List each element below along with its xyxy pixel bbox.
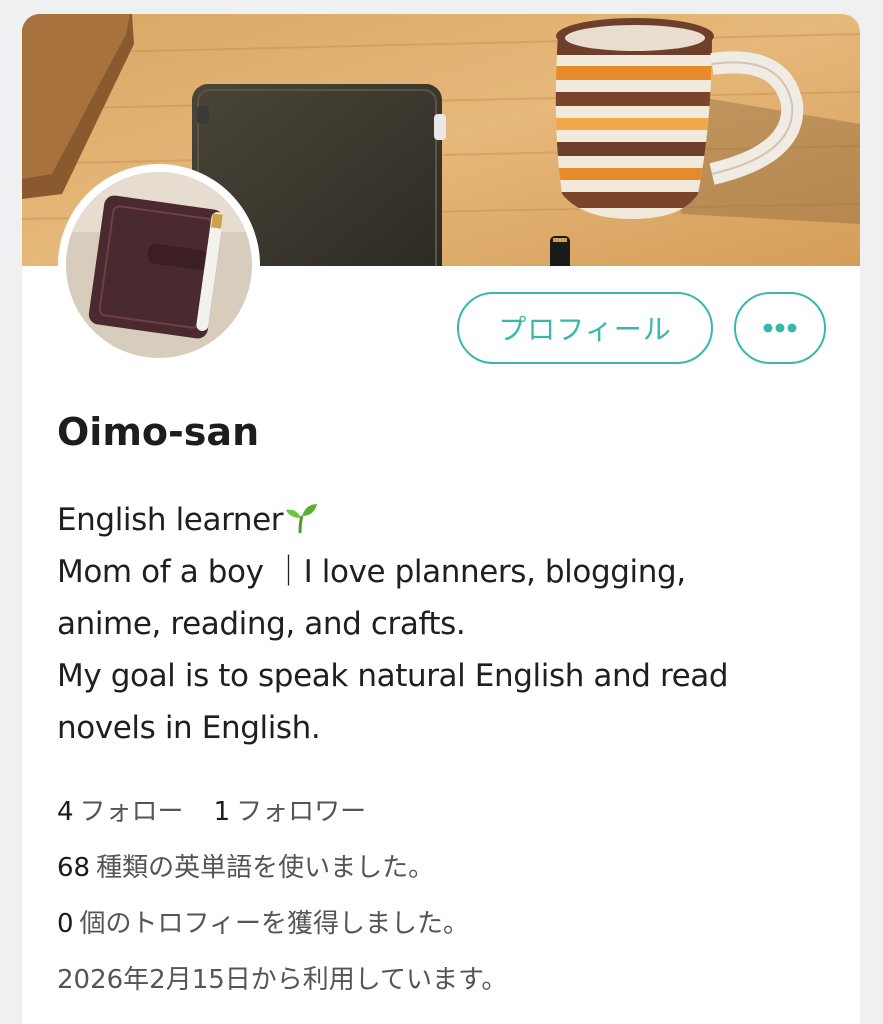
profile-button-label: プロフィール xyxy=(498,313,672,346)
seedling-icon xyxy=(286,504,318,534)
words-count: 68 xyxy=(57,853,91,883)
followers-label: フォロワー xyxy=(236,797,367,827)
profile-name: Oimo-san xyxy=(57,410,260,454)
bio-line: anime, reading, and crafts. xyxy=(57,606,466,642)
following-link[interactable]: 4 フォロー xyxy=(57,797,184,827)
profile-button[interactable]: プロフィール xyxy=(457,292,713,364)
more-dots-icon xyxy=(763,323,797,333)
member-since: 2026年2月15日から利用しています。 xyxy=(57,965,508,995)
trophy-label: 個のトロフィーを獲得しました。 xyxy=(79,909,470,939)
avatar[interactable] xyxy=(58,164,260,366)
bio-line: English learner xyxy=(57,494,817,546)
bio-line: novels in English. xyxy=(57,710,321,746)
followers-link[interactable]: 1 フォロワー xyxy=(214,797,367,827)
followers-count: 1 xyxy=(213,797,231,827)
words-stat-row: 68 種類の英単語を使いました。 xyxy=(57,840,507,896)
profile-card: プロフィール Oimo-san English learner Mom of a… xyxy=(22,14,860,1024)
profile-stats: 4 フォロー 1 フォロワー 68 種類の英単語を使いました。 0 個のトロフィーを獲得し… xyxy=(57,784,507,1008)
profile-bio: English learner Mom of a boy ｜I love pla… xyxy=(57,494,817,754)
more-options-button[interactable] xyxy=(734,292,826,364)
following-count: 4 xyxy=(57,797,74,827)
following-label: フォロー xyxy=(79,797,184,827)
bio-line: Mom of a boy ｜I love planners, blogging, xyxy=(57,554,686,590)
follow-stats-row: 4 フォロー 1 フォロワー xyxy=(57,784,507,840)
avatar-image xyxy=(66,172,252,358)
trophy-count: 0 xyxy=(57,909,74,939)
words-label: 種類の英単語を使いました。 xyxy=(96,853,435,883)
trophy-stat-row: 0 個のトロフィーを獲得しました。 xyxy=(57,896,507,952)
bio-line: My goal is to speak natural English and … xyxy=(57,658,729,694)
